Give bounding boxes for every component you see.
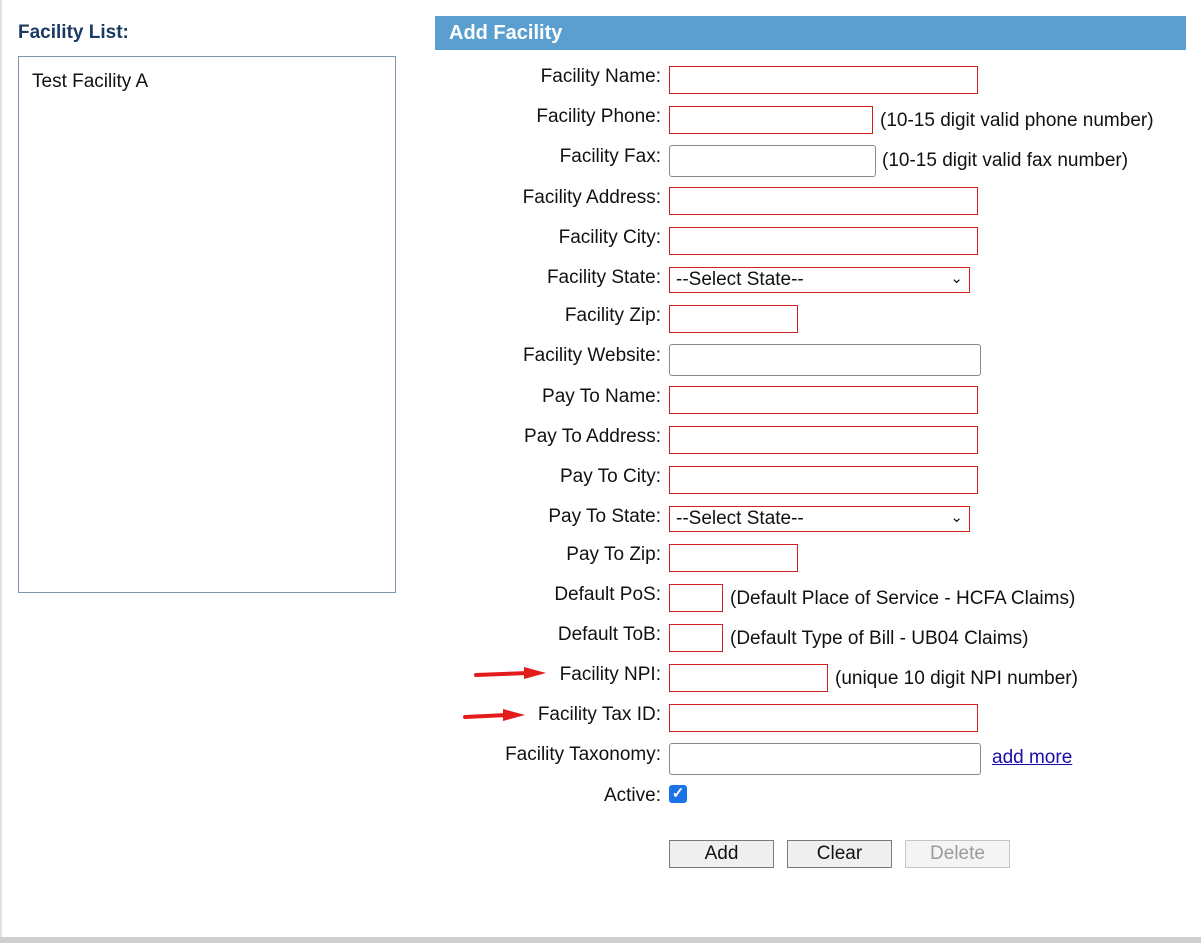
facility-phone-hint: (10-15 digit valid phone number)	[880, 110, 1154, 131]
facility-list-title: Facility List:	[18, 22, 129, 43]
facility-npi-input[interactable]	[669, 664, 828, 692]
facility-state-label: Facility State:	[546, 267, 661, 288]
pay-to-address-input[interactable]	[669, 426, 978, 454]
red-arrow-icon	[463, 709, 525, 721]
facility-website-input[interactable]	[669, 344, 981, 376]
pay-to-state-select[interactable]: --Select State-- ⌄	[669, 506, 970, 532]
default-tob-label: Default ToB:	[557, 624, 661, 645]
pay-to-state-select-value: --Select State--	[676, 508, 804, 529]
facility-tax-id-label: Facility Tax ID:	[537, 704, 661, 725]
pay-to-zip-label: Pay To Zip:	[566, 544, 661, 565]
facility-state-select-value: --Select State--	[676, 269, 804, 290]
facility-fax-label: Facility Fax:	[559, 146, 661, 167]
facility-phone-label: Facility Phone:	[536, 106, 661, 127]
pay-to-name-input[interactable]	[669, 386, 978, 414]
window-bottom-edge	[0, 937, 1201, 943]
facility-state-select[interactable]: --Select State-- ⌄	[669, 267, 970, 293]
red-arrow-icon	[474, 667, 546, 679]
facility-website-label: Facility Website:	[523, 345, 661, 366]
default-pos-input[interactable]	[669, 584, 723, 612]
pay-to-zip-input[interactable]	[669, 544, 798, 572]
facility-fax-hint: (10-15 digit valid fax number)	[882, 150, 1129, 171]
active-label: Active:	[603, 785, 661, 806]
facility-npi-label: Facility NPI:	[559, 664, 661, 685]
facility-fax-input[interactable]	[669, 145, 876, 177]
facility-list[interactable]: Test Facility A	[18, 56, 396, 593]
add-more-link[interactable]: add more	[992, 747, 1072, 769]
facility-name-input[interactable]	[669, 66, 978, 94]
default-tob-input[interactable]	[669, 624, 723, 652]
facility-npi-hint: (unique 10 digit NPI number)	[835, 668, 1078, 689]
facility-address-label: Facility Address:	[522, 187, 661, 208]
facility-taxonomy-label: Facility Taxonomy:	[505, 744, 661, 765]
add-button[interactable]: Add	[669, 840, 774, 868]
default-pos-label: Default PoS:	[554, 584, 661, 605]
facility-zip-label: Facility Zip:	[564, 305, 661, 326]
pay-to-city-input[interactable]	[669, 466, 978, 494]
active-checkbox[interactable]: ✓	[669, 785, 687, 803]
facility-taxonomy-input[interactable]	[669, 743, 981, 775]
add-facility-header: Add Facility	[435, 16, 1186, 50]
facility-tax-id-input[interactable]	[669, 704, 978, 732]
pay-to-city-label: Pay To City:	[559, 466, 661, 487]
facility-address-input[interactable]	[669, 187, 978, 215]
delete-button[interactable]: Delete	[905, 840, 1010, 868]
checkmark-icon: ✓	[671, 785, 685, 802]
default-tob-hint: (Default Type of Bill - UB04 Claims)	[730, 628, 1029, 649]
chevron-down-icon: ⌄	[950, 509, 963, 526]
facility-zip-input[interactable]	[669, 305, 798, 333]
facility-phone-input[interactable]	[669, 106, 873, 134]
facility-city-label: Facility City:	[558, 227, 661, 248]
window-edge	[0, 0, 2, 943]
facility-name-label: Facility Name:	[540, 66, 661, 87]
pay-to-address-label: Pay To Address:	[524, 426, 661, 447]
pay-to-state-label: Pay To State:	[548, 506, 661, 527]
facility-city-input[interactable]	[669, 227, 978, 255]
facility-list-item[interactable]: Test Facility A	[19, 57, 395, 93]
chevron-down-icon: ⌄	[950, 270, 963, 287]
default-pos-hint: (Default Place of Service - HCFA Claims)	[730, 588, 1076, 609]
clear-button[interactable]: Clear	[787, 840, 892, 868]
pay-to-name-label: Pay To Name:	[542, 386, 661, 407]
